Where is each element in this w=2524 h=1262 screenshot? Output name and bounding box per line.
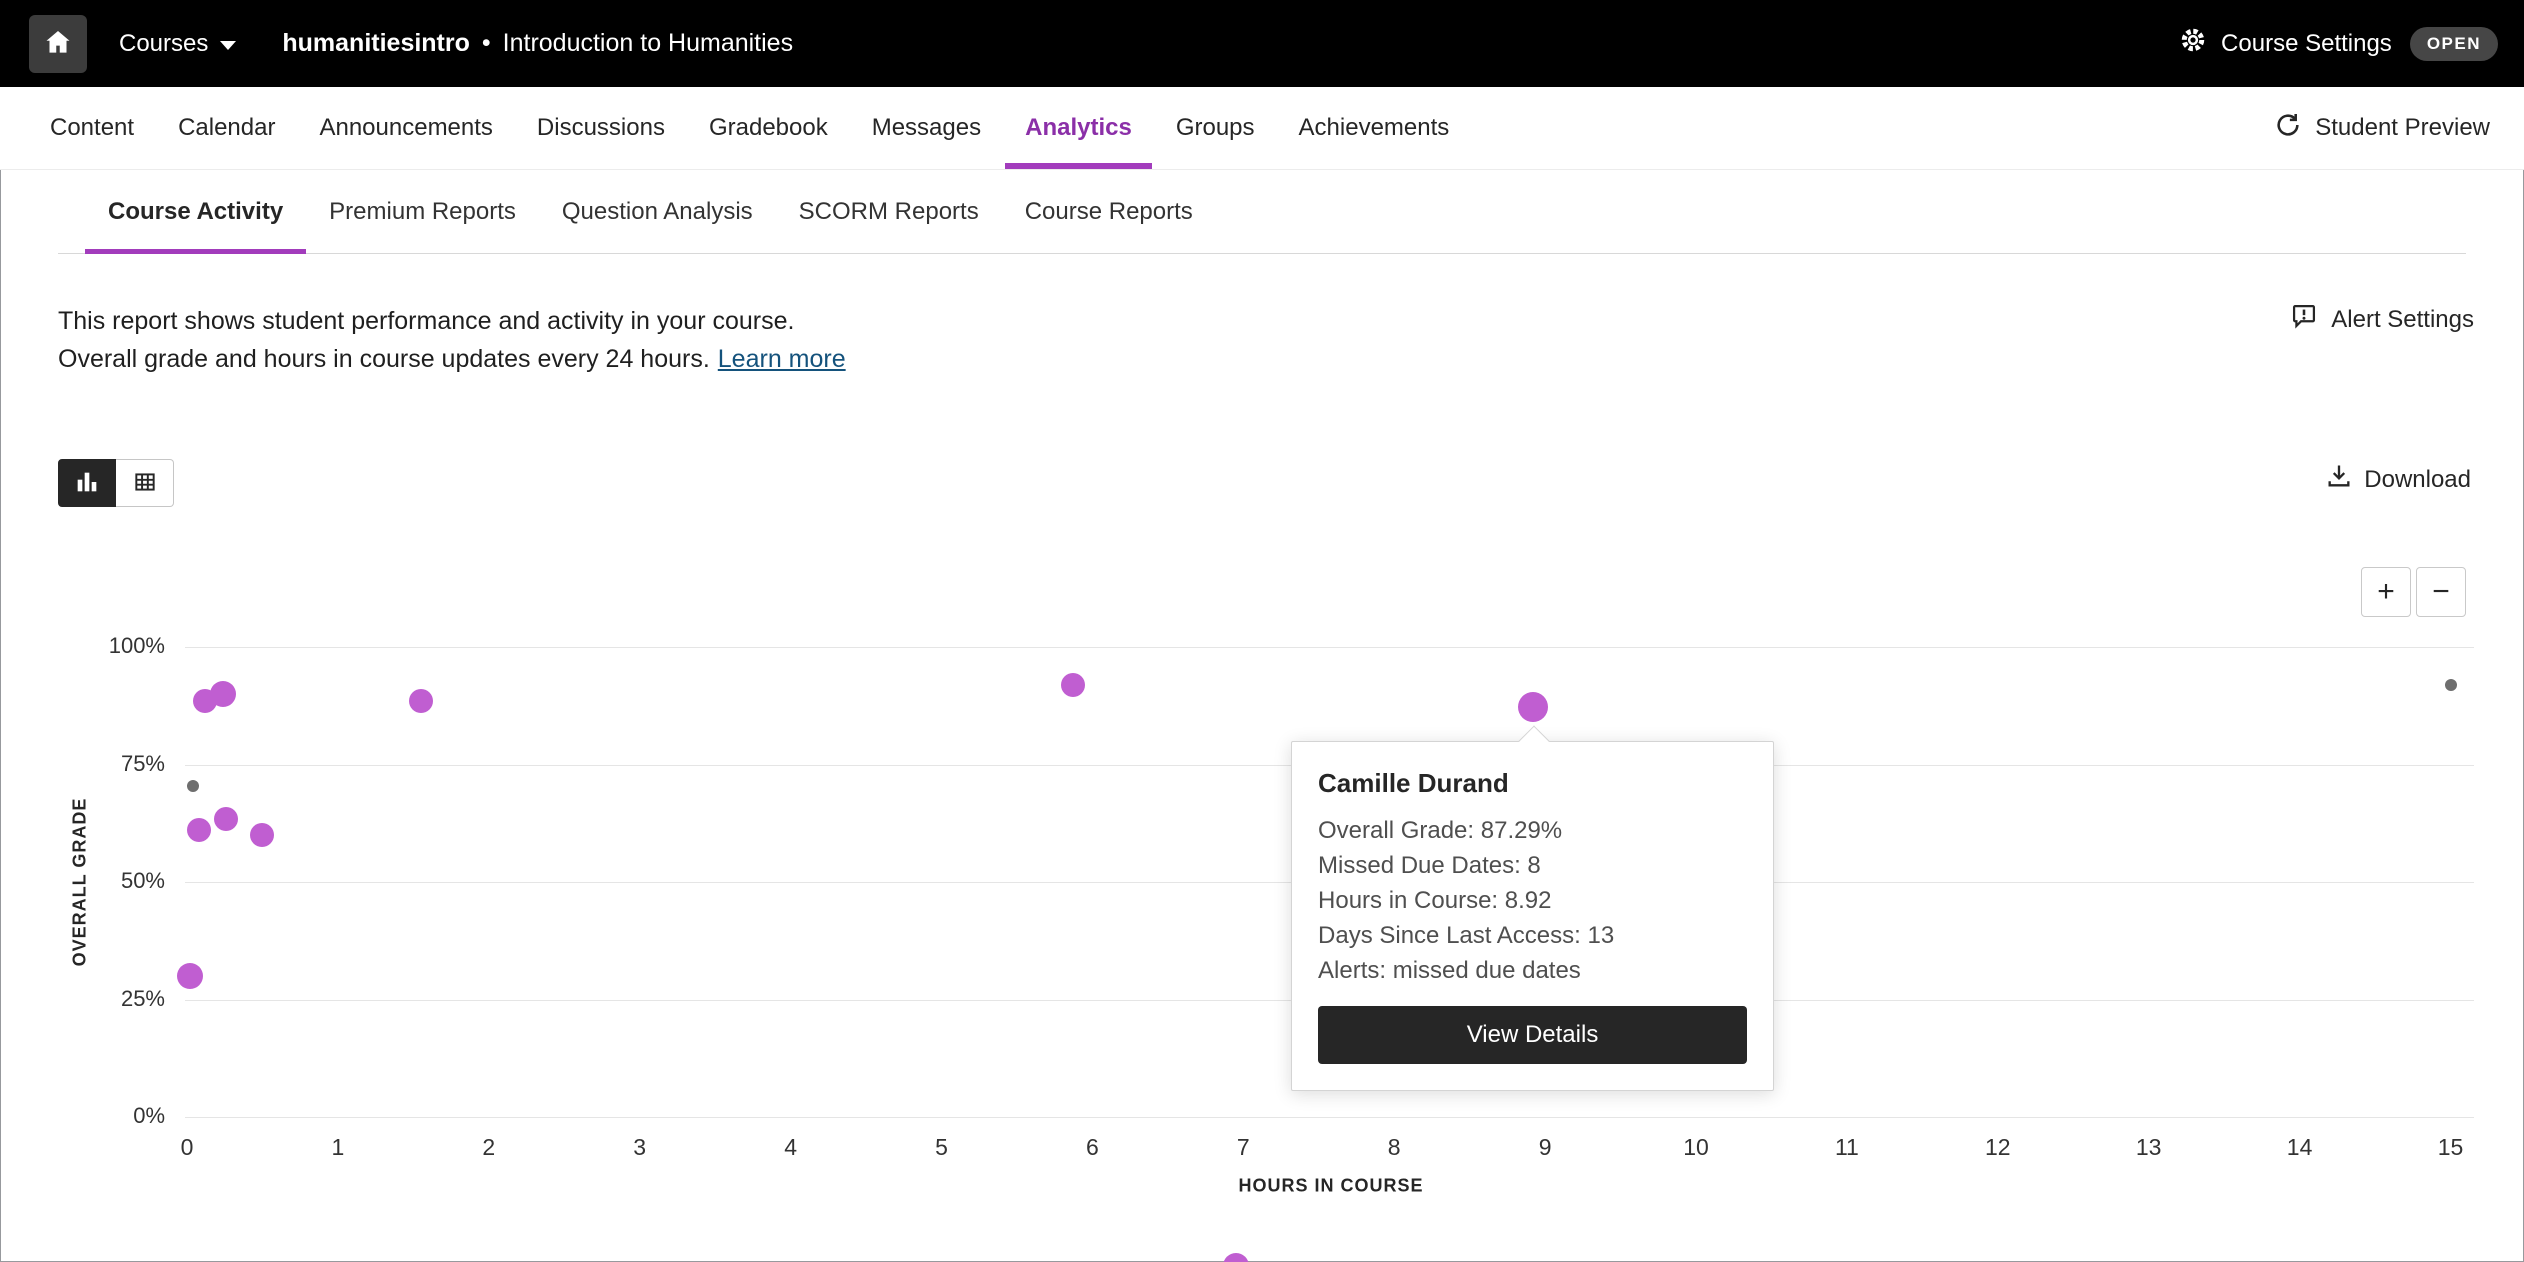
- data-point[interactable]: [187, 818, 211, 842]
- x-tick-label: 2: [449, 1134, 529, 1161]
- gridline: [185, 1117, 2474, 1118]
- data-point[interactable]: [250, 823, 274, 847]
- data-point[interactable]: [210, 681, 236, 707]
- x-tick-label: 6: [1052, 1134, 1132, 1161]
- y-tick-label: 0%: [40, 1103, 165, 1129]
- data-point[interactable]: [177, 963, 203, 989]
- tooltip-stats: Overall Grade: 87.29%Missed Due Dates: 8…: [1318, 813, 1747, 988]
- tooltip-student-name: Camille Durand: [1318, 768, 1747, 799]
- x-tick-label: 15: [2411, 1134, 2491, 1161]
- tooltip-stat: Overall Grade: 87.29%: [1318, 813, 1747, 848]
- x-tick-label: 11: [1807, 1134, 1887, 1161]
- data-point[interactable]: [2445, 679, 2457, 691]
- y-tick-label: 25%: [40, 986, 165, 1012]
- x-tick-label: 14: [2260, 1134, 2340, 1161]
- tooltip-stat: Alerts: missed due dates: [1318, 953, 1747, 988]
- y-tick-label: 50%: [40, 868, 165, 894]
- data-point-selected[interactable]: [1518, 692, 1548, 722]
- tooltip-stat: Days Since Last Access: 13: [1318, 918, 1747, 953]
- data-point[interactable]: [187, 780, 199, 792]
- tooltip-stat: Missed Due Dates: 8: [1318, 848, 1747, 883]
- x-tick-label: 9: [1505, 1134, 1585, 1161]
- scatter-chart: OVERALL GRADE HOURS IN COURSE Camille Du…: [0, 0, 2524, 1262]
- x-tick-label: 13: [2109, 1134, 2189, 1161]
- x-tick-label: 1: [298, 1134, 378, 1161]
- tooltip-arrow: [1518, 725, 1549, 756]
- view-details-button[interactable]: View Details: [1318, 1006, 1747, 1064]
- x-tick-label: 8: [1354, 1134, 1434, 1161]
- analytics-page: Courses humanitiesintro • Introduction t…: [0, 0, 2524, 1262]
- student-tooltip: Camille Durand Overall Grade: 87.29%Miss…: [1291, 741, 1774, 1091]
- x-tick-label: 4: [751, 1134, 831, 1161]
- x-tick-label: 3: [600, 1134, 680, 1161]
- x-tick-label: 10: [1656, 1134, 1736, 1161]
- x-tick-label: 0: [147, 1134, 227, 1161]
- x-tick-label: 5: [902, 1134, 982, 1161]
- y-tick-label: 100%: [40, 633, 165, 659]
- data-point-partial[interactable]: [1223, 1253, 1249, 1262]
- gridline: [185, 647, 2474, 648]
- data-point[interactable]: [1061, 673, 1085, 697]
- x-axis-title: HOURS IN COURSE: [1238, 1176, 1423, 1197]
- data-point[interactable]: [409, 689, 433, 713]
- data-point[interactable]: [214, 807, 238, 831]
- y-tick-label: 75%: [40, 751, 165, 777]
- x-tick-label: 7: [1203, 1134, 1283, 1161]
- tooltip-stat: Hours in Course: 8.92: [1318, 883, 1747, 918]
- x-tick-label: 12: [1958, 1134, 2038, 1161]
